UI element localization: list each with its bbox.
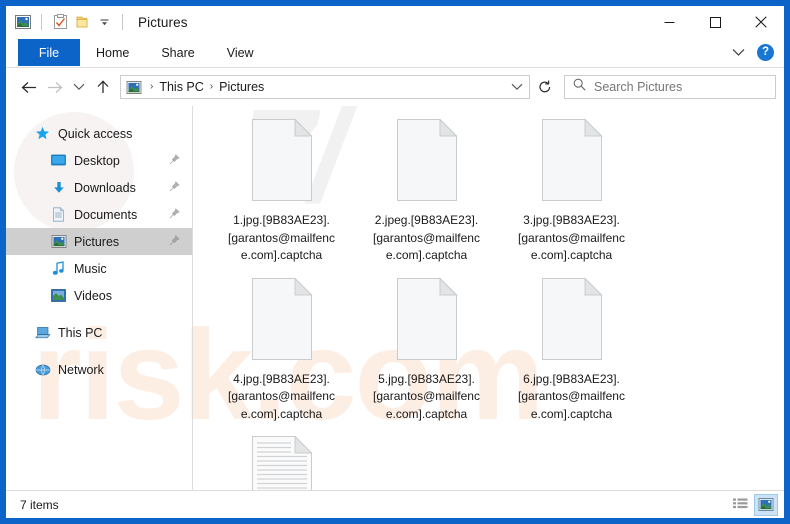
pin-icon-documents[interactable]	[169, 207, 180, 222]
pin-icon-pictures[interactable]	[169, 234, 180, 249]
status-bar: 7 items	[6, 490, 784, 518]
desktop-icon	[50, 152, 67, 169]
view-mode-buttons	[728, 493, 778, 516]
breadcrumb-chevron-down-icon[interactable]	[511, 83, 525, 91]
sidebar-item-desktop[interactable]: Desktop	[6, 147, 192, 174]
sidebar-item-network[interactable]: Network	[6, 356, 192, 383]
new-folder-icon[interactable]	[71, 11, 93, 33]
sidebar-gap-1	[6, 309, 192, 319]
item-count: 7 items	[20, 497, 59, 512]
sidebar-label-videos: Videos	[74, 288, 112, 303]
ribbon-tab-bar: File Home Share View ?	[6, 38, 784, 68]
sidebar-item-videos[interactable]: Videos	[6, 282, 192, 309]
file-item[interactable]: 3.jpg.[9B83AE23].[garantos@mailfence.com…	[499, 114, 644, 265]
text-file-icon	[249, 435, 315, 490]
blank-file-icon	[249, 276, 315, 361]
file-name: 3.jpg.[9B83AE23].[garantos@mailfence.com…	[518, 213, 625, 262]
explorer-window: Pictures File Home Share View ? › This P…	[0, 0, 790, 524]
tab-share[interactable]: Share	[145, 38, 210, 67]
downloads-icon	[50, 179, 67, 196]
pin-icon-desktop[interactable]	[169, 153, 180, 168]
music-icon	[50, 260, 67, 277]
sidebar-item-quick-access[interactable]: Quick access	[6, 120, 192, 147]
sidebar-label-desktop: Desktop	[74, 153, 120, 168]
file-item[interactable]: build note.txt	[209, 431, 354, 490]
pictures-folder-icon[interactable]	[12, 11, 34, 33]
icon-grid: 1.jpg.[9B83AE23].[garantos@mailfence.com…	[209, 114, 784, 490]
sidebar-item-music[interactable]: Music	[6, 255, 192, 282]
tab-home[interactable]: Home	[80, 38, 145, 67]
pin-icon-downloads[interactable]	[169, 180, 180, 195]
file-item[interactable]: 6.jpg.[9B83AE23].[garantos@mailfence.com…	[499, 273, 644, 424]
refresh-button[interactable]	[532, 75, 558, 99]
breadcrumb-item-this-pc[interactable]: This PC	[157, 80, 205, 94]
file-name: 5.jpg.[9B83AE23].[garantos@mailfence.com…	[373, 371, 480, 421]
file-item[interactable]: 2.jpeg.[9B83AE23].[garantos@mailfence.co…	[354, 114, 499, 265]
computer-icon	[34, 324, 51, 341]
sidebar-gap-2	[6, 346, 192, 356]
title-bar: Pictures	[6, 6, 784, 38]
qat-separator-1	[41, 14, 42, 30]
network-icon	[34, 361, 51, 378]
sidebar-item-this-pc[interactable]: This PC	[6, 319, 192, 346]
breadcrumb-separator-0[interactable]: ›	[146, 82, 157, 92]
file-name: 6.jpg.[9B83AE23].[garantos@mailfence.com…	[518, 371, 625, 421]
sidebar-item-pictures[interactable]: Pictures	[6, 228, 192, 255]
recent-locations-chevron-down-icon[interactable]	[68, 74, 90, 100]
details-view-button[interactable]	[728, 494, 752, 516]
sidebar-item-downloads[interactable]: Downloads	[6, 174, 192, 201]
forward-button[interactable]	[42, 74, 68, 100]
close-button[interactable]	[738, 6, 784, 38]
tab-view[interactable]: View	[211, 38, 270, 67]
search-input[interactable]: Search Pictures	[564, 75, 776, 99]
documents-icon	[50, 206, 67, 223]
minimize-button[interactable]	[646, 6, 692, 38]
file-item[interactable]: 1.jpg.[9B83AE23].[garantos@mailfence.com…	[209, 114, 354, 265]
file-item[interactable]: 5.jpg.[9B83AE23].[garantos@mailfence.com…	[354, 273, 499, 424]
blank-file-icon	[249, 118, 315, 202]
sidebar-label-this-pc: This PC	[58, 325, 103, 340]
blank-file-icon	[539, 118, 605, 202]
sidebar-item-documents[interactable]: Documents	[6, 201, 192, 228]
sidebar-label-network: Network	[58, 362, 104, 377]
sidebar-label-music: Music	[74, 261, 107, 276]
up-button[interactable]	[90, 74, 116, 100]
window-controls	[646, 6, 784, 38]
quick-access-toolbar	[6, 11, 130, 33]
maximize-button[interactable]	[692, 6, 738, 38]
search-placeholder: Search Pictures	[594, 80, 683, 94]
address-bar: › This PC › Pictures Search Pictures	[6, 68, 784, 106]
customize-qat-chevron-down-icon[interactable]	[93, 11, 115, 33]
sidebar-label-downloads: Downloads	[74, 180, 136, 195]
file-name: 4.jpg.[9B83AE23].[garantos@mailfence.com…	[228, 371, 335, 421]
properties-icon[interactable]	[49, 11, 71, 33]
window-title: Pictures	[138, 14, 188, 30]
navigation-pane: Quick access Desktop Downloads Documents…	[6, 106, 192, 490]
file-item[interactable]: 4.jpg.[9B83AE23].[garantos@mailfence.com…	[209, 273, 354, 424]
sidebar-label-documents: Documents	[74, 207, 138, 222]
tab-file[interactable]: File	[18, 39, 80, 66]
expand-ribbon-chevron-down-icon[interactable]	[727, 42, 749, 64]
explorer-body: 7/ risk.com Quick access	[6, 82, 784, 490]
search-icon	[573, 78, 586, 96]
breadcrumb-item-pictures[interactable]: Pictures	[217, 80, 266, 94]
help-icon[interactable]: ?	[757, 44, 774, 61]
large-icons-view-button[interactable]	[754, 493, 778, 516]
file-list-view[interactable]: 1.jpg.[9B83AE23].[garantos@mailfence.com…	[193, 106, 784, 490]
star-icon	[34, 125, 51, 142]
sidebar-label-pictures: Pictures	[74, 234, 120, 249]
file-name: 1.jpg.[9B83AE23].[garantos@mailfence.com…	[228, 213, 335, 262]
sidebar-label-quick-access: Quick access	[58, 126, 133, 141]
pictures-icon	[50, 233, 67, 250]
qat-separator-2	[122, 14, 123, 30]
breadcrumb-separator-1[interactable]: ›	[206, 82, 217, 92]
breadcrumb-pictures-icon	[126, 80, 142, 94]
blank-file-icon	[394, 276, 460, 361]
breadcrumb[interactable]: › This PC › Pictures	[120, 75, 530, 99]
blank-file-icon	[394, 118, 460, 202]
blank-file-icon	[539, 276, 605, 361]
back-button[interactable]	[16, 74, 42, 100]
videos-icon	[50, 287, 67, 304]
file-name: 2.jpeg.[9B83AE23].[garantos@mailfence.co…	[373, 213, 480, 262]
